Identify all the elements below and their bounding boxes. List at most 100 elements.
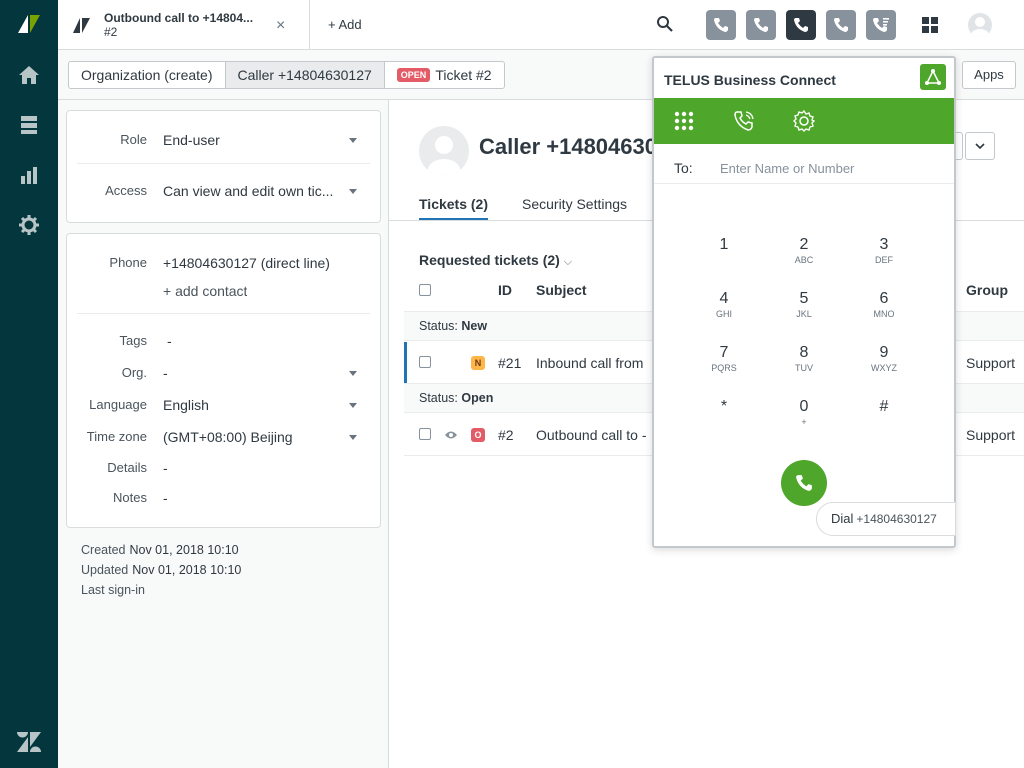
admin-gear-icon[interactable] [0,205,58,245]
updated-meta: Updated Nov 01, 2018 10:10 [81,563,241,577]
column-id[interactable]: ID [498,282,512,298]
dialpad-icon[interactable] [672,109,696,133]
created-value: Nov 01, 2018 10:10 [129,543,239,557]
column-subject[interactable]: Subject [536,282,587,298]
access-chevron-down-icon[interactable] [349,189,357,194]
dialpad-key[interactable]: 1 [694,236,754,276]
ticket-group: Support [966,355,1016,371]
select-all-checkbox[interactable] [419,284,431,296]
search-icon[interactable] [656,15,674,36]
dialpad-key-digit: # [879,398,889,415]
notes-input[interactable]: - [163,490,168,506]
dialpad-key[interactable]: 6 MNO [854,290,914,330]
dialpad-key-digit: 5 [799,290,809,307]
dialpad-key-letters: GHI [715,309,732,319]
profile-avatar[interactable] [968,13,992,37]
user-avatar[interactable] [419,126,469,176]
breadcrumb-organization[interactable]: Organization (create) [69,62,226,88]
dialpad-key-digit: 7 [719,344,729,361]
details-input[interactable]: - [163,460,168,476]
dialpad-key[interactable]: 7 PQRS [694,344,754,384]
tab-security-settings[interactable]: Security Settings [522,196,627,220]
language-select[interactable]: English [163,397,209,413]
dialpad-key[interactable]: 3 DEF [854,236,914,276]
ticket-subject[interactable]: Inbound call from [536,355,643,371]
timezone-select[interactable]: (GMT+08:00) Beijing [163,429,293,445]
dialpad-key[interactable]: 0 + [774,398,834,438]
call-button-active[interactable] [786,10,816,40]
number-input[interactable] [720,156,940,180]
requested-tickets-heading[interactable]: Requested tickets (2) ⌵ [419,252,572,269]
org-select[interactable]: - [163,365,168,381]
chevron-down-icon: ⌵ [563,256,573,268]
dialpad-key-digit: 4 [719,290,729,307]
timezone-chevron-down-icon[interactable] [349,435,357,440]
ticket-tab-title: Outbound call to +14804... [104,11,254,25]
add-button[interactable]: + Add [328,17,362,32]
reporting-icon[interactable] [0,155,58,195]
phone-icon [754,18,768,32]
add-contact-link[interactable]: + add contact [163,283,247,299]
breadcrumb-caller[interactable]: Caller +14804630127 [225,62,385,88]
dial-tooltip[interactable]: Dial +14804630127 [816,502,956,536]
dialpad-key-letters: + [801,417,807,427]
tags-label: Tags [119,333,147,348]
ticket-subject[interactable]: Outbound call to - [536,427,647,443]
dialpad-key[interactable]: * [694,398,754,438]
phone-label: Phone [109,255,147,270]
views-icon[interactable] [0,105,58,145]
apps-button[interactable]: Apps [962,61,1016,89]
org-chevron-down-icon[interactable] [349,371,357,376]
tab-tickets[interactable]: Tickets (2) [419,196,488,220]
user-tabs: Tickets (2) Security Settings [419,196,661,220]
dialpad-key-digit: 3 [879,236,889,253]
dialpad-key-digit: 2 [799,236,809,253]
call-button-1[interactable] [706,10,736,40]
dialpad-key-letters: DEF [875,255,893,265]
dialer-toolbar [654,98,954,144]
home-icon[interactable] [0,55,58,95]
ticket-tab[interactable]: Outbound call to +14804... #2 × [58,0,310,50]
dialpad-key[interactable]: 8 TUV [774,344,834,384]
call-button-4[interactable] [826,10,856,40]
call-log-button[interactable] [866,10,896,40]
role-select[interactable]: End-user [163,132,343,148]
dial-call-button[interactable] [781,460,827,506]
row-checkbox[interactable] [419,428,431,440]
tags-input[interactable]: - [167,333,172,349]
open-status-badge: OPEN [396,68,431,82]
user-sidebar: Role End-user Access Can view and edit o… [58,100,389,768]
language-chevron-down-icon[interactable] [349,403,357,408]
dialpad-key[interactable]: 4 GHI [694,290,754,330]
dialpad-key[interactable]: # [854,398,914,438]
phone-icon [714,18,728,32]
dialpad-key-digit: 0 [799,398,809,415]
access-select[interactable]: Can view and edit own tic... [163,183,343,199]
call-button-2[interactable] [746,10,776,40]
phone-value[interactable]: +14804630127 (direct line) [163,255,330,271]
telus-dialer-popup: TELUS Business Connect To: 1 2 ABC 3 DEF 4 GHI… [652,56,956,548]
breadcrumb-ticket[interactable]: OPEN Ticket #2 [385,62,504,88]
to-label: To: [674,160,693,176]
divider [77,313,370,314]
dialer-title: TELUS Business Connect [664,72,836,88]
call-history-icon[interactable] [732,109,756,133]
dialpad-key[interactable]: 9 WXYZ [854,344,914,384]
products-grid-icon[interactable] [922,17,938,36]
dialpad-key[interactable]: 5 JKL [774,290,834,330]
ticket-id[interactable]: #2 [498,427,514,443]
close-tab-button[interactable]: × [276,17,285,35]
user-options-button[interactable] [965,132,995,160]
dial-label: Dial [831,511,854,526]
dialpad-key-digit: 6 [879,290,889,307]
role-chevron-down-icon[interactable] [349,138,357,143]
role-card: Role End-user Access Can view and edit o… [66,110,381,223]
dialpad-key[interactable]: 2 ABC [774,236,834,276]
row-checkbox[interactable] [419,356,431,368]
settings-gear-icon[interactable] [792,109,816,133]
role-label: Role [120,132,147,147]
zendesk-logo-icon[interactable] [0,4,58,44]
column-group[interactable]: Group [966,282,1008,298]
user-action-button[interactable] [955,132,963,160]
ticket-id[interactable]: #21 [498,355,521,371]
